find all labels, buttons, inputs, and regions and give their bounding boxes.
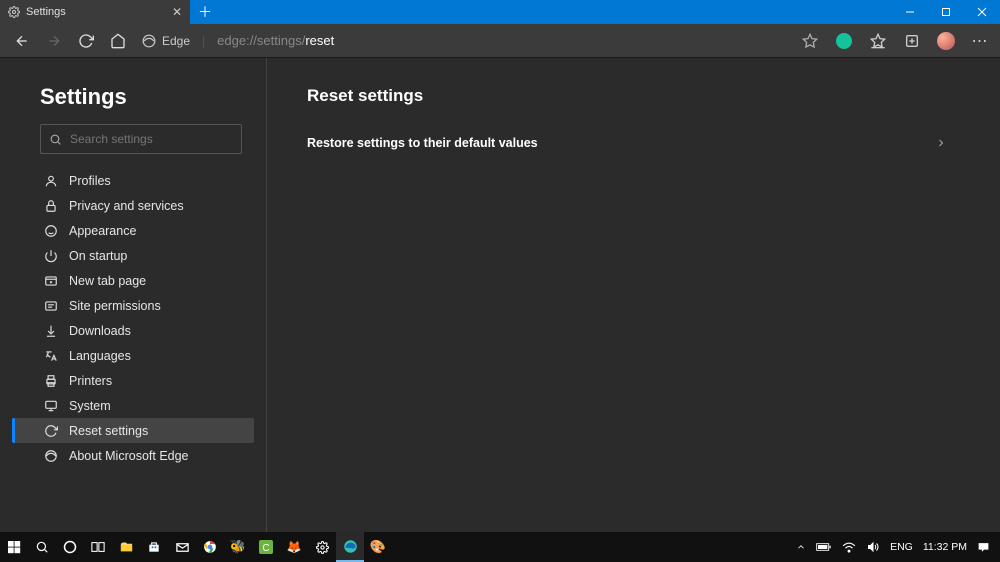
sidebar-item-label: Languages (69, 349, 131, 363)
system-icon (43, 399, 59, 413)
new-tab-button[interactable]: ＋ (190, 0, 220, 24)
search-taskbar-icon[interactable] (28, 532, 56, 562)
appearance-icon (43, 224, 59, 238)
battery-icon[interactable] (816, 542, 832, 552)
edge-icon (43, 449, 59, 463)
start-button[interactable] (0, 532, 28, 562)
back-button[interactable] (8, 27, 36, 55)
minimize-button[interactable] (892, 0, 928, 24)
setting-label: Restore settings to their default values (307, 136, 538, 150)
mail-icon[interactable] (168, 532, 196, 562)
svg-text:C: C (262, 543, 269, 554)
newtab-icon (43, 274, 59, 288)
sidebar-item-system[interactable]: System (12, 393, 254, 418)
address-badge-label: Edge (162, 34, 190, 48)
language-indicator[interactable]: ENG (890, 541, 913, 553)
search-icon (49, 133, 62, 146)
titlebar: Settings ✕ ＋ (0, 0, 1000, 24)
refresh-button[interactable] (72, 27, 100, 55)
lock-icon (43, 199, 59, 213)
sidebar-item-about-microsoft-edge[interactable]: About Microsoft Edge (12, 443, 254, 468)
printer-icon (43, 374, 59, 388)
app-icon-2[interactable]: 🦊 (280, 532, 308, 562)
sidebar: Settings Profiles Privacy and services App… (0, 58, 267, 532)
sidebar-item-label: Printers (69, 374, 112, 388)
sidebar-item-label: On startup (69, 249, 127, 263)
edge-taskbar-icon[interactable] (336, 532, 364, 562)
store-icon[interactable] (140, 532, 168, 562)
sidebar-item-printers[interactable]: Printers (12, 368, 254, 393)
main-content: Reset settings Restore settings to their… (267, 58, 1000, 532)
camtasia-icon[interactable]: C (252, 532, 280, 562)
reset-icon (43, 424, 59, 438)
clock[interactable]: 11:32 PM (923, 541, 967, 553)
file-explorer-icon[interactable] (112, 532, 140, 562)
language-icon (43, 349, 59, 363)
page-heading: Reset settings (307, 86, 960, 106)
sidebar-item-on-startup[interactable]: On startup (12, 243, 254, 268)
gear-icon (8, 6, 20, 18)
edge-icon (142, 34, 156, 48)
collections-icon[interactable] (900, 29, 924, 53)
sidebar-item-label: Appearance (69, 224, 136, 238)
sidebar-item-privacy-and-services[interactable]: Privacy and services (12, 193, 254, 218)
tab-title: Settings (26, 6, 66, 18)
app-icon-1[interactable]: 🐝 (224, 532, 252, 562)
profile-avatar[interactable] (934, 29, 958, 53)
sidebar-item-reset-settings[interactable]: Reset settings (12, 418, 254, 443)
chrome-icon[interactable] (196, 532, 224, 562)
favorite-star-icon[interactable] (798, 29, 822, 53)
maximize-button[interactable] (928, 0, 964, 24)
toolbar: Edge | edge://settings/reset ⋯ (0, 24, 1000, 58)
sidebar-item-appearance[interactable]: Appearance (12, 218, 254, 243)
volume-icon[interactable] (866, 541, 880, 553)
sidebar-item-languages[interactable]: Languages (12, 343, 254, 368)
person-icon (43, 174, 59, 188)
home-button[interactable] (104, 27, 132, 55)
more-menu-icon[interactable]: ⋯ (968, 29, 992, 53)
notifications-icon[interactable] (977, 541, 990, 554)
forward-button[interactable] (40, 27, 68, 55)
grammarly-extension-icon[interactable] (832, 29, 856, 53)
sidebar-item-label: Privacy and services (69, 199, 184, 213)
sidebar-item-label: About Microsoft Edge (69, 449, 189, 463)
sidebar-item-label: System (69, 399, 111, 413)
sidebar-item-label: Reset settings (69, 424, 148, 438)
sidebar-item-site-permissions[interactable]: Site permissions (12, 293, 254, 318)
close-window-button[interactable] (964, 0, 1000, 24)
browser-tab[interactable]: Settings ✕ (0, 0, 190, 24)
taskview-icon[interactable] (84, 532, 112, 562)
restore-defaults-row[interactable]: Restore settings to their default values (307, 130, 947, 156)
wifi-icon[interactable] (842, 541, 856, 553)
sidebar-item-profiles[interactable]: Profiles (12, 168, 254, 193)
address-url: edge://settings/reset (217, 33, 334, 48)
settings-taskbar-icon[interactable] (308, 532, 336, 562)
tray-chevron-icon[interactable] (796, 542, 806, 552)
sidebar-item-new-tab-page[interactable]: New tab page (12, 268, 254, 293)
favorites-list-icon[interactable] (866, 29, 890, 53)
sidebar-item-label: Profiles (69, 174, 111, 188)
chevron-right-icon (935, 137, 947, 149)
search-settings-input[interactable] (40, 124, 242, 154)
sidebar-item-downloads[interactable]: Downloads (12, 318, 254, 343)
sidebar-item-label: Site permissions (69, 299, 161, 313)
download-icon (43, 324, 59, 338)
sidebar-item-label: New tab page (69, 274, 146, 288)
permissions-icon (43, 299, 59, 313)
window-controls (892, 0, 1000, 24)
sidebar-title: Settings (40, 84, 254, 110)
paint-icon[interactable]: 🎨 (364, 532, 392, 562)
taskbar: 🐝 C 🦊 🎨 ENG 11:32 PM (0, 532, 1000, 562)
cortana-icon[interactable] (56, 532, 84, 562)
search-settings-field[interactable] (70, 132, 233, 146)
tab-close-icon[interactable]: ✕ (172, 5, 182, 19)
address-bar[interactable]: Edge | edge://settings/reset (142, 33, 334, 48)
power-icon (43, 249, 59, 263)
sidebar-item-label: Downloads (69, 324, 131, 338)
